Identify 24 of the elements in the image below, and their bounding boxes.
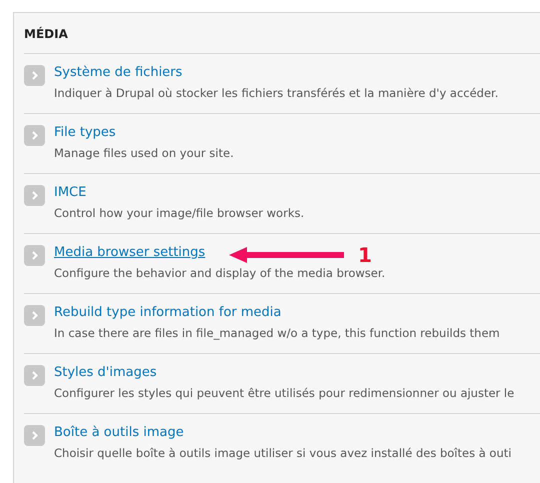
- chevron-icon: [24, 185, 45, 206]
- section-title: MÉDIA: [24, 26, 69, 43]
- description-text: Control how your image/file browser works.: [54, 205, 304, 222]
- chevron-icon: [24, 305, 45, 326]
- description-text: Indiquer à Drupal où stocker les fichiers transférés et la manière d'y accéder.: [54, 85, 498, 102]
- description-text: Configurer les styles qui peuvent être utilisés pour redimensionner ou ajuster le: [54, 385, 514, 402]
- chevron-icon: [24, 65, 45, 86]
- settings-link[interactable]: Media browser settings: [54, 244, 206, 262]
- arrow-annotation-icon: [229, 247, 344, 263]
- settings-link[interactable]: Rebuild type information for media: [54, 304, 282, 322]
- description-text: Configure the behavior and display of the media browser.: [54, 265, 386, 282]
- settings-link[interactable]: Styles d'images: [54, 364, 157, 382]
- annotation-number: 1: [358, 242, 372, 268]
- description-text: Choisir quelle boîte à outils image utiliser si vous avez installé des boîtes à outi: [54, 445, 512, 462]
- settings-link[interactable]: IMCE: [54, 184, 86, 202]
- chevron-icon: [24, 425, 45, 446]
- chevron-icon: [24, 365, 45, 386]
- description-text: Manage files used on your site.: [54, 145, 234, 162]
- settings-link[interactable]: File types: [54, 124, 116, 142]
- chevron-icon: [24, 245, 45, 266]
- settings-link[interactable]: Boîte à outils image: [54, 424, 184, 442]
- settings-link[interactable]: Système de fichiers: [54, 64, 182, 82]
- description-text: In case there are files in file_managed w/o a type, this function rebuilds them: [54, 325, 500, 342]
- chevron-icon: [24, 125, 45, 146]
